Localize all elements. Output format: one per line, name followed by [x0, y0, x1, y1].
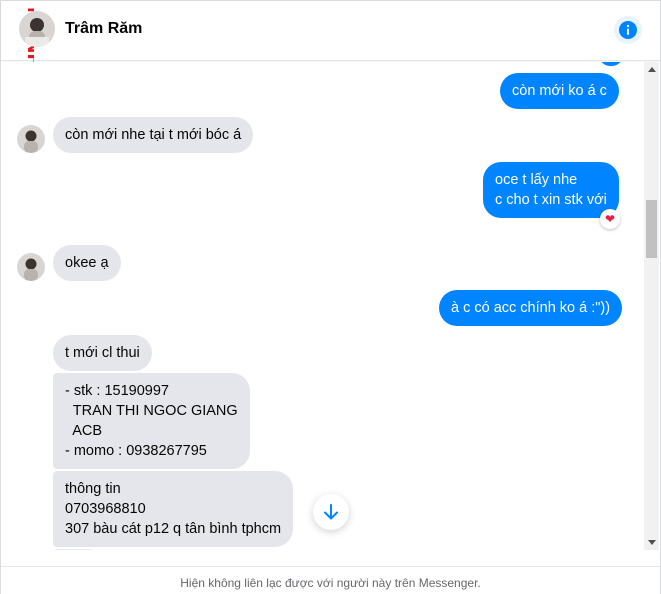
unavailable-notice: Hiện không liên lạc được với người này t… [1, 566, 660, 594]
thread-scrollbar[interactable] [644, 62, 659, 550]
messenger-window: M.INFO Trâm Răm còn mới ko á c còn mới n… [0, 0, 661, 594]
message-bubble-clipped [53, 549, 103, 550]
message-bubble-clipped [599, 62, 623, 66]
scrollbar-thumb[interactable] [646, 200, 657, 258]
contact-avatar[interactable] [19, 11, 55, 47]
message-thread[interactable]: còn mới ko á c còn mới nhe tại t mới bóc… [1, 62, 660, 550]
message-bubble-outgoing[interactable]: còn mới ko á c [500, 73, 619, 109]
arrow-down-icon [324, 504, 338, 520]
contact-avatar-small[interactable] [17, 125, 45, 153]
message-bubble-outgoing[interactable]: oce t lấy nhe c cho t xin stk với [483, 162, 619, 218]
scroll-down-arrow-icon[interactable] [648, 540, 656, 545]
conversation-header: M.INFO Trâm Răm [1, 1, 660, 84]
heart-reaction-icon[interactable]: ❤ [600, 209, 620, 229]
message-bubble-incoming[interactable]: okee ạ [53, 245, 121, 281]
message-bubble-incoming[interactable]: thông tin 0703968810 307 bàu cát p12 q t… [53, 471, 294, 547]
message-bubble-incoming[interactable]: t mới cl thui [53, 335, 152, 371]
scroll-up-arrow-icon[interactable] [648, 67, 656, 72]
contact-name[interactable]: Trâm Răm [65, 20, 142, 38]
conversation-info-button[interactable] [614, 16, 642, 44]
message-bubble-incoming[interactable]: - stk : 15190997 TRAN THI NGOC GIANG ACB… [53, 373, 250, 469]
message-bubble-incoming[interactable]: còn mới nhe tại t mới bóc á [53, 117, 254, 153]
contact-avatar-small[interactable] [17, 253, 45, 281]
scroll-to-bottom-button[interactable] [313, 494, 349, 530]
info-icon [619, 21, 637, 39]
message-bubble-outgoing[interactable]: à c có acc chính ko á :")) [439, 290, 623, 326]
